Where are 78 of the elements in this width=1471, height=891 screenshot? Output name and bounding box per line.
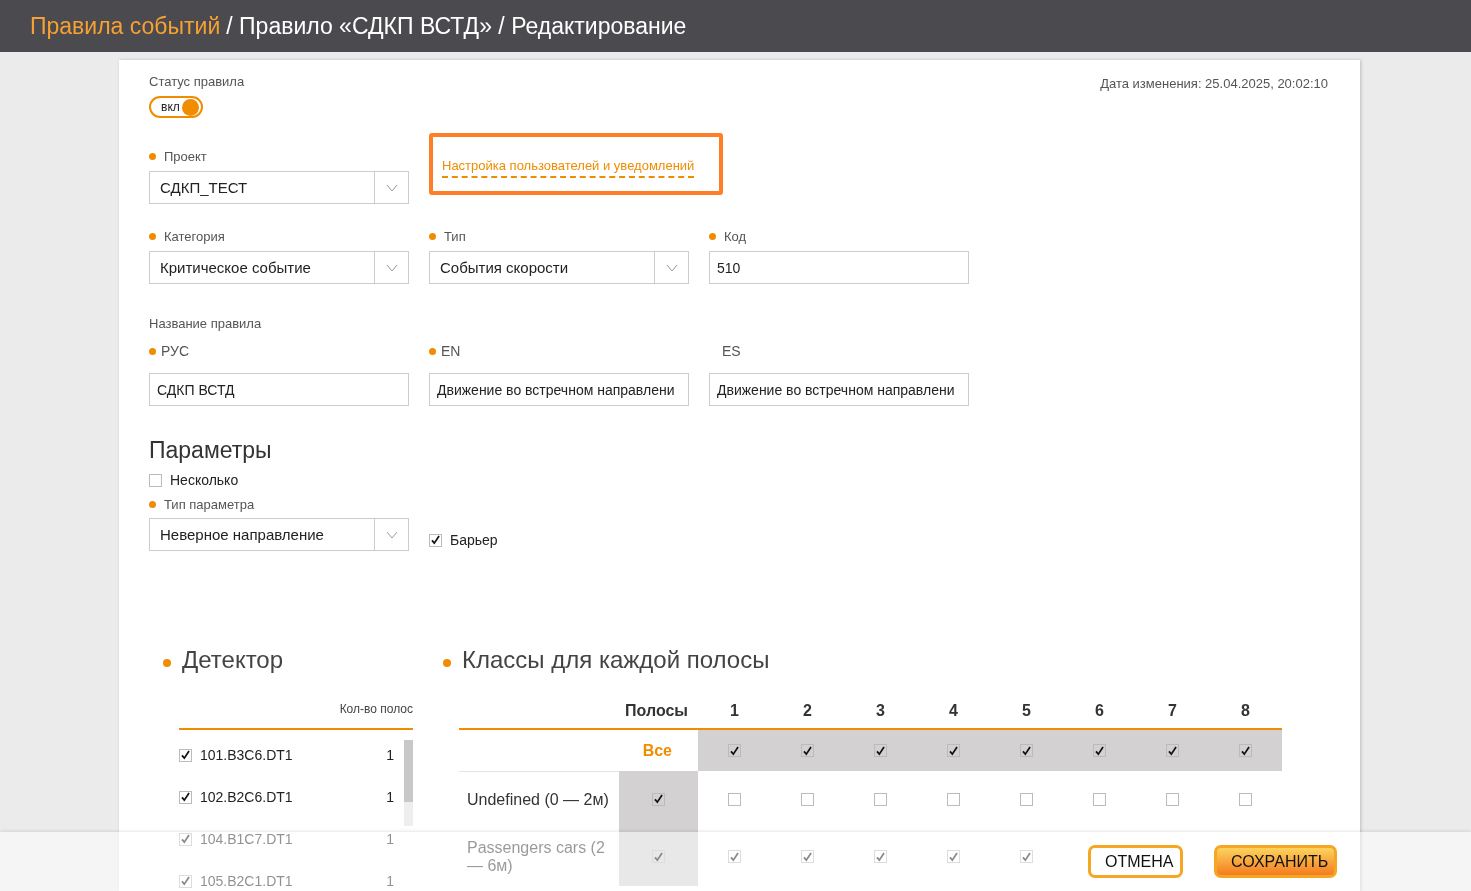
- checkbox[interactable]: [874, 744, 887, 757]
- dropdown[interactable]: Неверное направление: [149, 518, 409, 551]
- checkbox[interactable]: [801, 850, 814, 863]
- checkbox[interactable]: [179, 790, 192, 804]
- scrollbar[interactable]: [404, 740, 413, 826]
- detector-name: 102.B2C6.DT1: [200, 789, 294, 805]
- checkbox[interactable]: [652, 792, 665, 806]
- checkbox[interactable]: [1020, 744, 1033, 757]
- caret-icon: [665, 263, 678, 272]
- checkbox[interactable]: [947, 792, 960, 806]
- checkbox[interactable]: [1239, 792, 1252, 806]
- dropdown[interactable]: События скорости: [429, 251, 689, 284]
- breadcrumb-link[interactable]: Правила событий: [30, 12, 221, 40]
- dropdown[interactable]: Критическое событие: [149, 251, 409, 284]
- detector-name: 105.B2C1.DT1: [200, 873, 294, 889]
- checkbox[interactable]: [429, 533, 442, 547]
- class-label: Undefined (0 — 2м): [467, 790, 609, 809]
- checkbox[interactable]: [728, 744, 741, 757]
- text-field[interactable]: 510: [709, 251, 969, 284]
- lane-count: 1: [386, 831, 395, 847]
- checkbox-label: Несколько: [170, 472, 239, 488]
- bullet-dot: [443, 659, 451, 667]
- detector-name: 104.B1C7.DT1: [200, 831, 294, 847]
- checkbox[interactable]: [874, 792, 887, 806]
- lane-count: 1: [386, 789, 395, 805]
- section-title: Параметры: [149, 437, 273, 464]
- dropdown[interactable]: СДКП_ТЕСТ: [149, 171, 409, 204]
- checkbox[interactable]: [728, 792, 741, 806]
- section-title: Детектор: [182, 646, 284, 674]
- field-label: Тип: [444, 228, 466, 244]
- column-header: Кол-во полос: [339, 702, 413, 716]
- checkbox[interactable]: [652, 850, 665, 863]
- field-label: EN: [441, 343, 461, 359]
- caret-icon: [385, 183, 398, 192]
- checkbox[interactable]: [179, 874, 192, 888]
- checkbox[interactable]: [1166, 792, 1179, 806]
- field-label: Код: [724, 228, 747, 244]
- caret-icon: [385, 263, 398, 272]
- cancel-button[interactable]: ОТМЕНА: [1088, 845, 1183, 878]
- section-title: Классы для каждой полосы: [462, 646, 770, 674]
- page-title: / Правило «СДКП ВСТД» / Редактирование: [226, 12, 687, 40]
- checkbox[interactable]: [1020, 850, 1033, 863]
- checkbox[interactable]: [1093, 744, 1106, 757]
- field-label: Категория: [164, 228, 225, 244]
- field-label: Тип параметра: [164, 496, 255, 512]
- checkbox[interactable]: [801, 792, 814, 806]
- checkbox[interactable]: [1166, 744, 1179, 757]
- checkbox[interactable]: [1093, 792, 1106, 806]
- field-label: Проект: [164, 148, 207, 164]
- column-header: Полосы: [619, 702, 698, 730]
- bullet-dot: [163, 659, 171, 667]
- save-button[interactable]: СОХРАНИТЬ: [1214, 845, 1337, 878]
- class-label: Passengers cars (2 — 6м): [467, 838, 606, 875]
- lane-count: 1: [386, 747, 395, 763]
- checkbox[interactable]: [947, 850, 960, 863]
- checkbox[interactable]: [149, 473, 162, 487]
- lane-count: 1: [386, 873, 395, 889]
- checkbox[interactable]: [179, 748, 192, 762]
- checkbox[interactable]: [179, 832, 192, 846]
- checkbox[interactable]: [1020, 792, 1033, 806]
- all-label: Все: [642, 741, 672, 760]
- text-field[interactable]: Движение во встречном направлени: [429, 373, 689, 406]
- checkbox-label: Барьер: [450, 532, 498, 548]
- text-field[interactable]: Движение во встречном направлени: [709, 373, 969, 406]
- field-label: ES: [722, 343, 741, 359]
- section-label: Название правила: [149, 316, 263, 331]
- field-label: Статус правила: [149, 74, 245, 89]
- checkbox[interactable]: [801, 744, 814, 757]
- caret-icon: [385, 530, 398, 539]
- modified-date: Дата изменения: 25.04.2025, 20:02:10: [1100, 76, 1329, 93]
- text-field[interactable]: СДКП ВСТД: [149, 373, 409, 406]
- checkbox[interactable]: [728, 850, 741, 863]
- status-toggle[interactable]: вкл: [149, 96, 203, 118]
- detector-name: 101.B3C6.DT1: [200, 747, 294, 763]
- checkbox[interactable]: [874, 850, 887, 863]
- checkbox[interactable]: [947, 744, 960, 757]
- checkbox[interactable]: [1239, 744, 1252, 757]
- field-label: РУС: [161, 343, 190, 359]
